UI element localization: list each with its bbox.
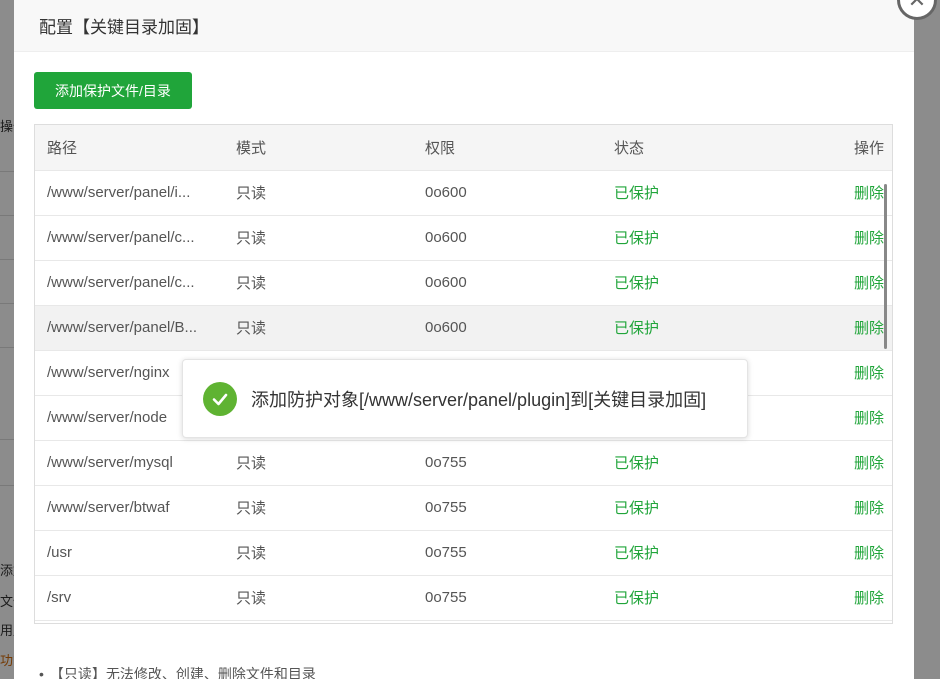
delete-link[interactable]: 删除 [791,485,892,531]
table-row: /www/server/panel/c... 只读 0o600 已保护 删除 [35,260,892,306]
mode-cell: 只读 [224,575,413,621]
status-cell: 已保护 [602,485,791,531]
permission-cell: 0o600 [413,305,602,351]
permission-cell: 0o600 [413,260,602,306]
mode-cell: 只读 [224,530,413,576]
path-cell: /usr [35,530,224,576]
permission-cell: 0o755 [413,530,602,576]
delete-link[interactable]: 删除 [791,305,892,351]
path-cell: /www/server/panel/c... [35,260,224,306]
column-header-permission[interactable]: 权限 [413,125,602,171]
column-header-path[interactable]: 路径 [35,125,224,171]
status-cell: 已保护 [602,305,791,351]
column-header-action: 操作 [791,125,892,171]
permission-cell: 0o600 [413,170,602,216]
dialog-title: 配置【关键目录加固】 [39,18,209,37]
delete-link[interactable]: 删除 [791,215,892,261]
mode-cell: 只读 [224,170,413,216]
mode-cell: 只读 [224,260,413,306]
toast-message: 添加防护对象[/www/server/panel/plugin]到[关键目录加固… [251,389,707,410]
table-row: /www/server/mysql 只读 0o755 已保护 删除 [35,440,892,486]
path-cell: /www/server/panel/c... [35,215,224,261]
status-cell: 已保护 [602,530,791,576]
permission-cell: 0o755 [413,440,602,486]
column-header-status[interactable]: 状态 [602,125,791,171]
delete-link[interactable]: 删除 [791,395,892,441]
mode-cell: 只读 [224,215,413,261]
permission-cell: 0o755 [413,485,602,531]
table-row: /www/server/btwaf 只读 0o755 已保护 删除 [35,485,892,531]
delete-link[interactable]: 删除 [791,575,892,621]
status-cell: 已保护 [602,440,791,486]
table-row: /usr 只读 0o755 已保护 删除 [35,530,892,576]
delete-link[interactable]: 删除 [791,350,892,396]
permission-cell: 0o755 [413,575,602,621]
column-header-mode[interactable]: 模式 [224,125,413,171]
status-cell: 已保护 [602,575,791,621]
path-cell: /www/server/btwaf [35,485,224,531]
path-cell: /www/server/mysql [35,440,224,486]
tips-list: 【只读】无法修改、创建、删除文件和目录 [39,664,316,679]
mode-cell: 只读 [224,305,413,351]
table-row: /www/server/panel/c... 只读 0o600 已保护 删除 [35,215,892,261]
delete-link[interactable]: 删除 [791,170,892,216]
tip-item: 【只读】无法修改、创建、删除文件和目录 [39,664,316,679]
delete-link[interactable]: 删除 [791,260,892,306]
dialog-header: 配置【关键目录加固】 [14,0,914,52]
delete-link[interactable]: 删除 [791,440,892,486]
path-cell: /www/server/panel/i... [35,170,224,216]
mode-cell: 只读 [224,440,413,486]
path-cell: /www/server/panel/B... [35,305,224,351]
table-row: /srv 只读 0o755 已保护 删除 [35,575,892,621]
mode-cell: 只读 [224,485,413,531]
table-row: /www/server/panel/B... 只读 0o600 已保护 删除 [35,305,892,351]
status-cell: 已保护 [602,215,791,261]
success-toast: 添加防护对象[/www/server/panel/plugin]到[关键目录加固… [182,359,748,438]
status-cell: 已保护 [602,260,791,306]
path-cell: /srv [35,575,224,621]
permission-cell: 0o600 [413,215,602,261]
config-dialog: 配置【关键目录加固】 添加保护文件/目录 路径 模式 权限 状态 操作 /www… [14,0,914,679]
table-row: /www/server/panel/i... 只读 0o600 已保护 删除 [35,170,892,216]
table-scrollbar[interactable] [884,184,887,349]
check-circle-icon [203,381,237,416]
status-cell: 已保护 [602,170,791,216]
add-protected-path-button[interactable]: 添加保护文件/目录 [34,72,192,109]
delete-link[interactable]: 删除 [791,530,892,576]
table-header-row: 路径 模式 权限 状态 操作 [35,125,892,171]
